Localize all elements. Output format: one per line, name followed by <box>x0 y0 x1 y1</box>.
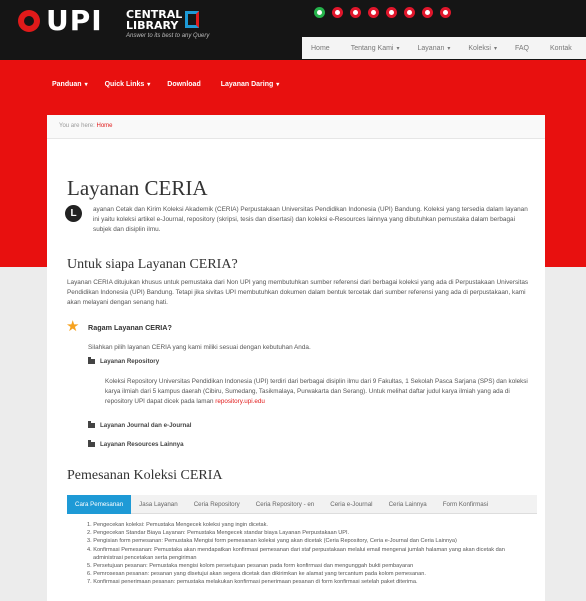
page-title: Layanan CERIA <box>67 176 208 200</box>
nav-layanan[interactable]: Layanan ▾ <box>409 45 460 52</box>
logo-library-name[interactable]: CENTRAL LIBRARY <box>126 9 186 31</box>
other-icon[interactable] <box>404 7 415 18</box>
accordion-resources[interactable]: Layanan Resources Lainnya <box>88 440 184 448</box>
accordion-journal[interactable]: Layanan Journal dan e-Journal <box>88 421 191 429</box>
ragam-title: Ragam Layanan CERIA? <box>88 323 172 332</box>
section-text-untuk-siapa: Layanan CERIA ditujukan khusus untuk pem… <box>67 279 529 306</box>
subnav-panduan[interactable]: Panduan ▾ <box>52 81 88 88</box>
main-nav: Home Tentang Kami ▾ Layanan ▾ Koleksi ▾ FAQ… <box>302 37 586 59</box>
social-links <box>314 7 451 18</box>
nav-kontak[interactable]: Kontak <box>541 45 584 52</box>
list-item: 5. Persetujuan pesanan: Pemustaka mengis… <box>87 563 414 570</box>
section-title-pemesanan: Pemesanan Koleksi CERIA <box>67 468 223 483</box>
dropcap: L <box>65 205 82 222</box>
secondary-nav: Panduan ▾ Quick Links ▾ Download Layanan D… <box>52 81 279 88</box>
nav-home[interactable]: Home <box>302 45 342 52</box>
nav-koleksi[interactable]: Koleksi ▾ <box>459 45 506 52</box>
upi-emblem-icon[interactable] <box>18 10 40 32</box>
folder-icon <box>88 440 95 447</box>
site-header: UPI CENTRAL LIBRARY Answer to its best t… <box>0 0 586 60</box>
chevron-down-icon: ▾ <box>84 82 88 88</box>
tab-ceria-repository[interactable]: Ceria Repository <box>186 495 248 514</box>
chevron-down-icon: ▾ <box>276 82 280 88</box>
tab-cara-pemesanan[interactable]: Cara Pemesanan <box>67 494 132 514</box>
logo-upi[interactable]: UPI <box>46 6 103 36</box>
instagram-icon[interactable] <box>368 7 379 18</box>
tab-ceria-lainnya[interactable]: Ceria Lainnya <box>381 495 435 514</box>
repository-description: Koleksi Repository Universitas Pendidika… <box>105 378 528 405</box>
content-panel: You are here: Home Layanan CERIA L ayana… <box>47 115 545 601</box>
list-item: 3. Pengisian form pemesanan: Pemustaka M… <box>87 538 457 545</box>
chevron-down-icon: ▾ <box>493 45 497 52</box>
repository-link[interactable]: repository.upi.edu <box>215 398 265 405</box>
chevron-down-icon: ▾ <box>396 45 400 52</box>
breadcrumb-home-link[interactable]: Home <box>96 123 112 129</box>
logo-tagline: Answer to its best to any Query <box>126 33 210 39</box>
tab-ceria-repository-en[interactable]: Ceria Repository - en <box>248 495 322 514</box>
chevron-down-icon: ▾ <box>447 45 451 52</box>
subnav-layanan-daring[interactable]: Layanan Daring ▾ <box>221 81 280 88</box>
library-logo-icon <box>185 11 199 28</box>
folder-icon <box>88 421 95 428</box>
youtube-icon[interactable] <box>386 7 397 18</box>
list-item: 7. Konfirmasi penerimaan pesanan: pemust… <box>87 579 418 586</box>
star-icon: ★ <box>66 318 80 335</box>
intro-text: ayanan Cetak dan Kirim Koleksi Akademik … <box>93 206 528 233</box>
list-item: 4. Konfirmasi Pemesanan: Pemustaka akan … <box>87 546 505 553</box>
chevron-down-icon: ▾ <box>147 82 151 88</box>
breadcrumb: You are here: Home <box>47 115 545 139</box>
tab-jasa-layanan[interactable]: Jasa Layanan <box>131 495 186 514</box>
accordion-repository[interactable]: Layanan Repository <box>88 357 159 365</box>
subnav-download[interactable]: Download <box>167 81 203 88</box>
nav-faq[interactable]: FAQ <box>506 45 541 52</box>
flickr-icon[interactable] <box>422 7 433 18</box>
steps-list: 1. Pengecekan koleksi: Pemustaka Mengece… <box>87 521 537 587</box>
list-item: 1. Pengecekan koleksi: Pemustaka Mengece… <box>87 522 268 528</box>
twitter-icon[interactable] <box>350 7 361 18</box>
whatsapp-icon[interactable] <box>314 7 325 18</box>
tab-ceria-ejournal[interactable]: Ceria e-Journal <box>322 495 380 514</box>
pemesanan-tabs: Cara Pemesanan Jasa Layanan Ceria Reposi… <box>67 494 537 514</box>
tab-form-konfirmasi[interactable]: Form Konfirmasi <box>435 495 496 514</box>
nav-tentang-kami[interactable]: Tentang Kami ▾ <box>342 45 409 52</box>
ragam-subtitle: Silahkan pilih layanan CERIA yang kami m… <box>88 344 311 351</box>
list-item: 2. Pengecekan Standar Biaya Layanan: Pem… <box>87 530 350 537</box>
subnav-quick-links[interactable]: Quick Links ▾ <box>105 81 151 88</box>
list-item: administrasi pencetakan serta pengiriman <box>93 554 197 561</box>
pinterest-icon[interactable] <box>440 7 451 18</box>
folder-icon <box>88 357 95 364</box>
breadcrumb-prefix: You are here: <box>59 123 95 129</box>
list-item: 6. Pemrosesan pesanan: pesanan yang dise… <box>87 571 426 578</box>
section-title-untuk-siapa: Untuk siapa Layanan CERIA? <box>67 257 238 272</box>
facebook-icon[interactable] <box>332 7 343 18</box>
